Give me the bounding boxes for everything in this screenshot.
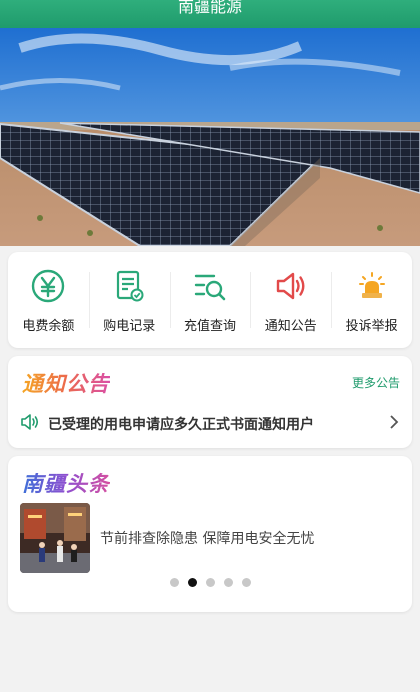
menu-label: 充值查询 (183, 319, 236, 334)
chevron-right-icon (388, 414, 400, 434)
search-list-icon (192, 268, 228, 304)
banner-image[interactable] (0, 28, 420, 246)
menu-label: 投诉举报 (345, 319, 398, 334)
carousel-dot[interactable] (241, 578, 251, 587)
yuan-icon (30, 268, 66, 304)
menu-item-purchase-records[interactable]: 购电记录 (88, 252, 170, 348)
carousel-dot[interactable] (187, 578, 197, 587)
news-item[interactable]: 节前排查除隐患 保障用电安全无忧 (20, 502, 400, 574)
menu-item-complaint[interactable]: 投诉举报 (331, 252, 412, 348)
news-thumbnail (20, 503, 90, 573)
headlines-card: 南疆头条 节前排查除隐患 保障用电安全无忧 (8, 456, 412, 612)
carousel-dot[interactable] (223, 578, 233, 587)
notice-item-text: 已受理的用电申请应多久正式书面通知用户 (48, 417, 314, 433)
app-header: 南疆能源 (0, 0, 420, 28)
notice-section-title: 通知公告 (22, 368, 110, 398)
menu-label: 购电记录 (103, 319, 156, 334)
speaker-icon (20, 412, 40, 436)
menu-label: 电费余额 (22, 319, 75, 334)
carousel-indicator (8, 578, 412, 587)
alarm-icon (354, 268, 390, 304)
carousel-dot[interactable] (169, 578, 179, 587)
carousel-dot[interactable] (205, 578, 215, 587)
speaker-icon (273, 268, 309, 304)
notice-card: 通知公告 更多公告 已受理的用电申请应多久正式书面通知用户 (8, 356, 412, 448)
menu-item-recharge-query[interactable]: 充值查询 (169, 252, 251, 348)
menu-item-notices[interactable]: 通知公告 (250, 252, 331, 348)
quick-menu: 电费余额 购电记录 充值查询 通知公告 投诉举报 (8, 252, 412, 348)
news-headline: 节前排查除隐患 保障用电安全无忧 (100, 531, 315, 547)
notice-item[interactable]: 已受理的用电申请应多久正式书面通知用户 (20, 410, 400, 438)
more-notices-link[interactable]: 更多公告 (352, 374, 400, 391)
record-icon (111, 268, 147, 304)
menu-label: 通知公告 (264, 319, 317, 334)
app-title: 南疆能源 (177, 0, 242, 16)
menu-item-balance[interactable]: 电费余额 (8, 252, 89, 348)
solar-field-photo (0, 28, 420, 246)
headlines-section-title: 南疆头条 (22, 468, 110, 498)
